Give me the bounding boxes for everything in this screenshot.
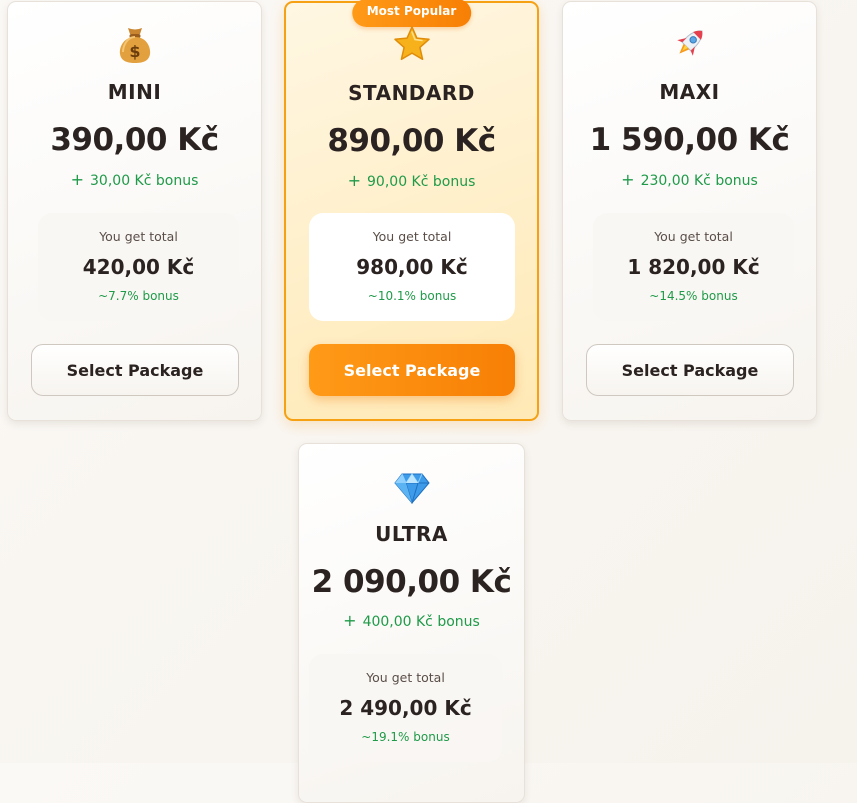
plus-icon: + <box>70 170 85 189</box>
total-bonus-percent: ~10.1% bonus <box>367 289 457 303</box>
star-icon <box>286 25 537 65</box>
total-box: You get total 420,00 Kč ~7.7% bonus <box>38 213 239 321</box>
select-package-button[interactable]: Select Package <box>586 344 794 396</box>
package-name: MAXI <box>659 80 720 104</box>
package-price: 2 090,00 Kč <box>311 564 512 600</box>
rocket-icon <box>563 24 816 64</box>
select-package-button[interactable]: Select Package <box>309 344 515 396</box>
total-bonus-percent: ~19.1% bonus <box>361 730 450 744</box>
package-bonus-text: 90,00 Kč bonus <box>367 174 476 190</box>
total-bonus-percent: ~14.5% bonus <box>649 289 738 303</box>
package-bonus: +400,00 Kč bonus <box>299 611 524 630</box>
total-value: 2 490,00 Kč <box>339 696 472 720</box>
package-bonus-text: 30,00 Kč bonus <box>90 173 199 189</box>
total-box: You get total 1 820,00 Kč ~14.5% bonus <box>593 213 794 321</box>
most-popular-badge: Most Popular <box>351 0 472 27</box>
total-caption: You get total <box>366 670 445 685</box>
svg-text:$: $ <box>129 42 140 61</box>
package-card-standard: Most Popular STANDARD 890,00 Kč +90,00 K… <box>284 0 539 421</box>
total-caption: You get total <box>372 229 452 244</box>
total-caption: You get total <box>654 229 733 244</box>
package-bonus: +30,00 Kč bonus <box>8 170 261 189</box>
package-name: ULTRA <box>375 522 448 546</box>
total-bonus-percent: ~7.7% bonus <box>98 289 179 303</box>
package-price: 890,00 Kč <box>327 123 496 159</box>
total-caption: You get total <box>99 229 178 244</box>
plus-icon: + <box>347 171 362 190</box>
money-bag-icon: $ <box>8 26 261 66</box>
package-bonus: +90,00 Kč bonus <box>286 171 537 190</box>
package-card-ultra: ULTRA 2 090,00 Kč +400,00 Kč bonus You g… <box>298 443 525 803</box>
total-value: 1 820,00 Kč <box>627 255 760 279</box>
package-bonus-text: 230,00 Kč bonus <box>640 173 758 189</box>
total-box: You get total 2 490,00 Kč ~19.1% bonus <box>309 654 502 762</box>
total-value: 980,00 Kč <box>356 255 468 279</box>
plus-icon: + <box>343 611 357 630</box>
diamond-icon <box>299 472 524 512</box>
package-price: 1 590,00 Kč <box>589 122 790 158</box>
total-box: You get total 980,00 Kč ~10.1% bonus <box>309 213 515 321</box>
package-bonus-text: 400,00 Kč bonus <box>362 614 480 630</box>
package-name: MINI <box>107 80 162 104</box>
select-package-button[interactable]: Select Package <box>31 344 239 396</box>
package-name: STANDARD <box>348 81 475 105</box>
plus-icon: + <box>621 170 635 189</box>
total-value: 420,00 Kč <box>82 255 195 279</box>
package-card-maxi: MAXI 1 590,00 Kč +230,00 Kč bonus You ge… <box>562 1 817 421</box>
package-price: 390,00 Kč <box>50 122 219 158</box>
package-bonus: +230,00 Kč bonus <box>563 170 816 189</box>
package-card-mini: $ MINI 390,00 Kč +30,00 Kč bonus You get… <box>7 1 262 421</box>
